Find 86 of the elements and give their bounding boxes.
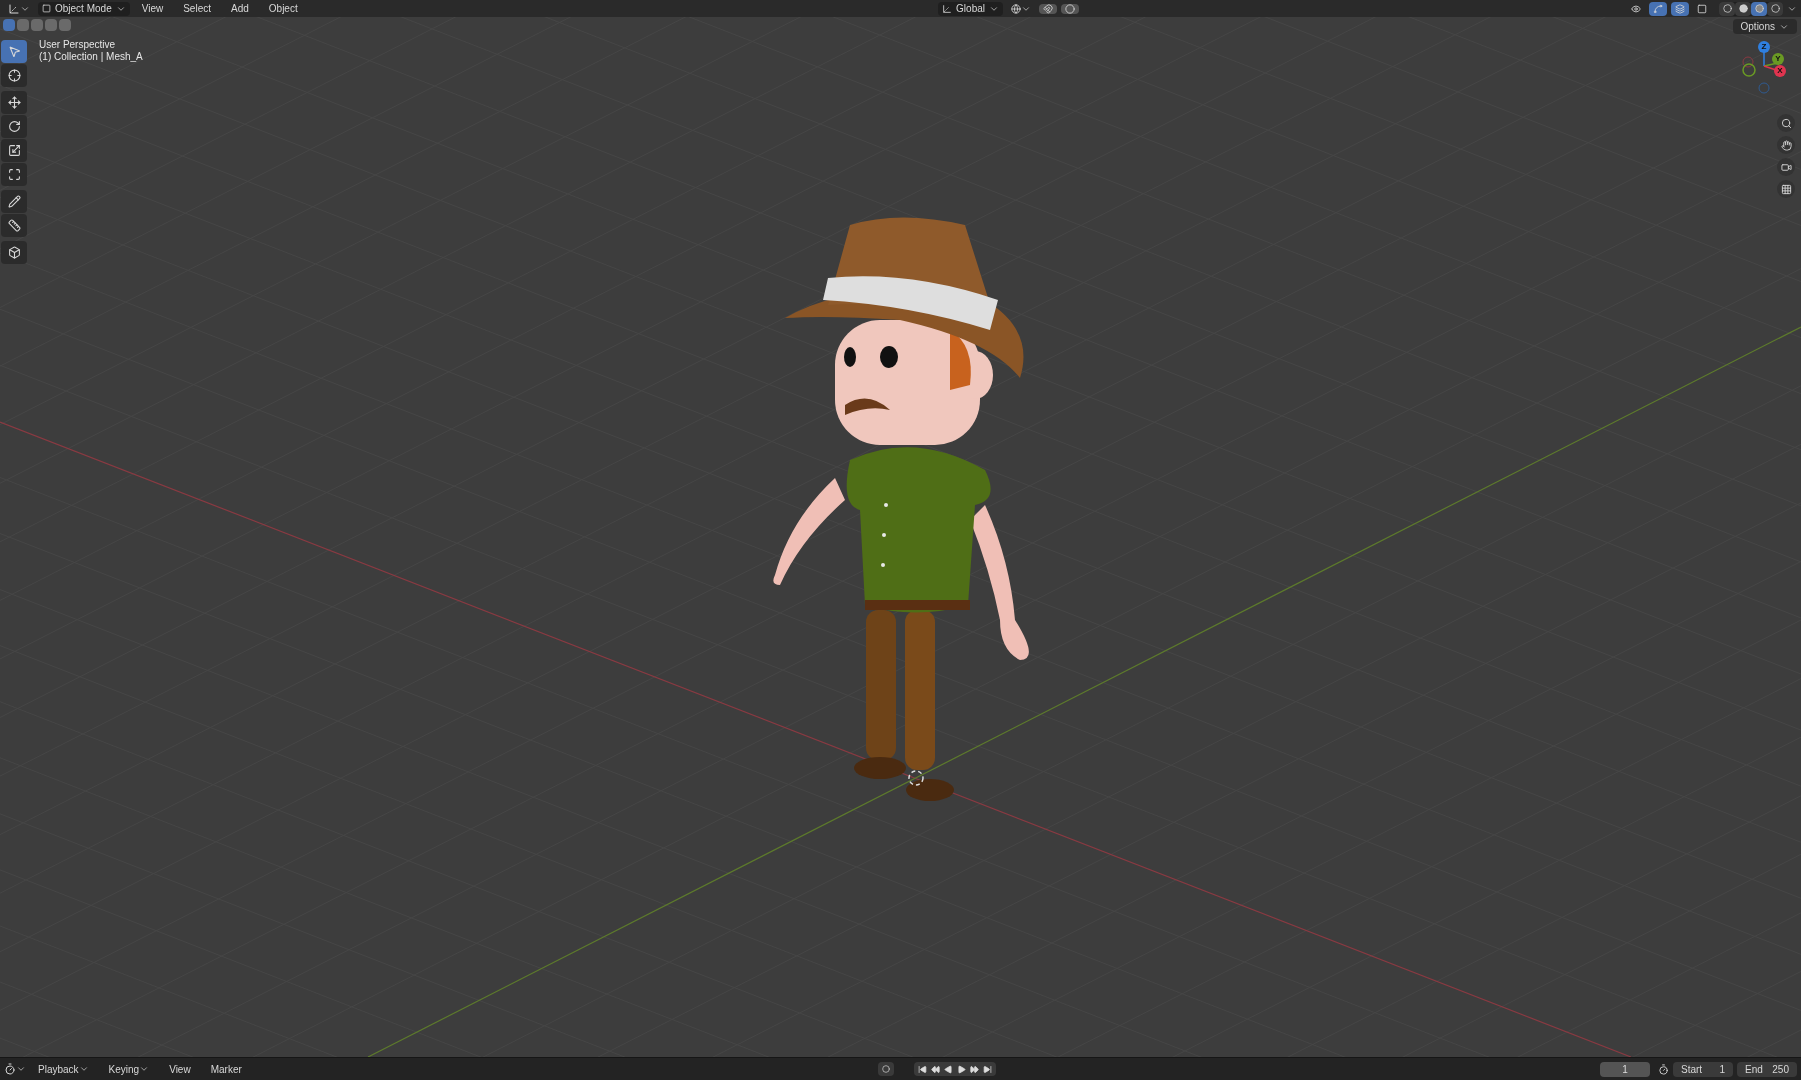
- tool-button[interactable]: [1, 214, 27, 237]
- play-icon: [956, 1064, 966, 1074]
- 3d-cursor-icon: [908, 770, 924, 786]
- toggle-button[interactable]: [1649, 1, 1667, 16]
- end-value: 250: [1772, 1062, 1789, 1077]
- scale-icon: [7, 144, 21, 157]
- tool-button[interactable]: [1, 163, 27, 186]
- current-frame-field[interactable]: 1: [1600, 1061, 1650, 1077]
- shading-mode-button[interactable]: [1751, 1, 1767, 16]
- axes-icon: [8, 2, 20, 15]
- ortho-button[interactable]: [1777, 180, 1795, 198]
- jump-start-icon: [917, 1064, 927, 1074]
- mode-dropdown[interactable]: Object Mode: [38, 1, 130, 16]
- menu-item[interactable]: Object: [260, 1, 306, 16]
- caret-icon: [139, 1064, 150, 1074]
- select-icon: [7, 45, 21, 58]
- pan-button[interactable]: [1777, 136, 1795, 154]
- start-label: Start: [1681, 1062, 1703, 1077]
- caret-icon: [16, 1064, 26, 1074]
- zoom-button[interactable]: [1777, 114, 1795, 132]
- menu-item[interactable]: Select: [175, 1, 219, 16]
- transform-icon: [7, 168, 21, 181]
- view-name: User Perspective: [39, 39, 117, 51]
- menu-item[interactable]: Marker: [202, 1061, 250, 1077]
- shading-mode-button[interactable]: [1767, 1, 1783, 16]
- playback-button[interactable]: [930, 1064, 940, 1074]
- orientation-dropdown[interactable]: Global: [938, 1, 1003, 16]
- object-icon: [42, 4, 51, 13]
- tool-button[interactable]: [1, 64, 27, 87]
- rotate-icon: [7, 120, 21, 133]
- circle-icon: [881, 1065, 890, 1073]
- menu-item[interactable]: View: [161, 1061, 199, 1077]
- object-info: (1) Collection | Mesh_A: [39, 51, 143, 63]
- end-frame-field[interactable]: End 250: [1737, 1061, 1797, 1077]
- tool-button[interactable]: [1, 139, 27, 162]
- next-key-icon: [969, 1064, 979, 1074]
- magnet-icon: [1043, 3, 1053, 14]
- snap-button[interactable]: [1039, 3, 1057, 14]
- camera-button[interactable]: [1777, 158, 1795, 176]
- end-label: End: [1745, 1062, 1763, 1077]
- start-value: 1: [1719, 1062, 1725, 1077]
- previous-key-icon: [930, 1064, 940, 1074]
- toggle-button[interactable]: [1671, 1, 1689, 16]
- overlay-icon: [1675, 3, 1685, 14]
- zoom-icon: [1780, 117, 1792, 129]
- keyframe-button[interactable]: [877, 1062, 894, 1076]
- camera-icon: [1780, 161, 1792, 173]
- shading-mode-button[interactable]: [1735, 1, 1751, 16]
- axis-label[interactable]: Y: [1772, 53, 1784, 65]
- menu-item[interactable]: Keying: [100, 1061, 158, 1077]
- clock-icon: [4, 1063, 16, 1075]
- hand-icon: [1780, 139, 1792, 151]
- annotate-icon: [7, 195, 21, 208]
- measure-icon: [7, 219, 21, 232]
- playback-button[interactable]: [969, 1064, 979, 1074]
- visibility-icon: [1631, 3, 1641, 14]
- playback-button[interactable]: [956, 1064, 966, 1074]
- axes-icon: [942, 3, 953, 14]
- proportional-button[interactable]: [1061, 3, 1079, 14]
- playback-button[interactable]: [982, 1064, 992, 1074]
- cursor-icon: [7, 69, 21, 82]
- stopwatch-icon: [1658, 1063, 1669, 1075]
- editor-type-button[interactable]: [4, 1063, 26, 1075]
- menu-item[interactable]: Playback: [30, 1061, 97, 1077]
- axis-label[interactable]: Z: [1758, 41, 1770, 53]
- navigation-gizmo[interactable]: Z Y X: [1739, 39, 1789, 99]
- playback-button[interactable]: [917, 1064, 927, 1074]
- menu-item[interactable]: View: [133, 1, 172, 16]
- menu-item[interactable]: Add: [223, 1, 257, 16]
- tool-button[interactable]: [1, 115, 27, 138]
- tool-button[interactable]: [1, 190, 27, 213]
- grid-icon: [1780, 183, 1792, 195]
- playback-button[interactable]: [943, 1064, 953, 1074]
- jump-end-icon: [982, 1064, 992, 1074]
- shading-mode-button[interactable]: [1719, 1, 1735, 16]
- tool-button[interactable]: [1, 241, 27, 264]
- start-frame-field[interactable]: Start 1: [1673, 1061, 1733, 1077]
- axis-label[interactable]: X: [1774, 65, 1786, 77]
- options-dropdown[interactable]: Options: [1732, 19, 1797, 34]
- caret-icon: [78, 1064, 89, 1074]
- gizmo-icon: [1653, 3, 1663, 14]
- reverse-play-icon: [943, 1064, 953, 1074]
- move-icon: [7, 96, 21, 109]
- add-cube-icon: [7, 246, 21, 259]
- circle-icon: [1065, 3, 1075, 14]
- tool-button[interactable]: [1, 91, 27, 114]
